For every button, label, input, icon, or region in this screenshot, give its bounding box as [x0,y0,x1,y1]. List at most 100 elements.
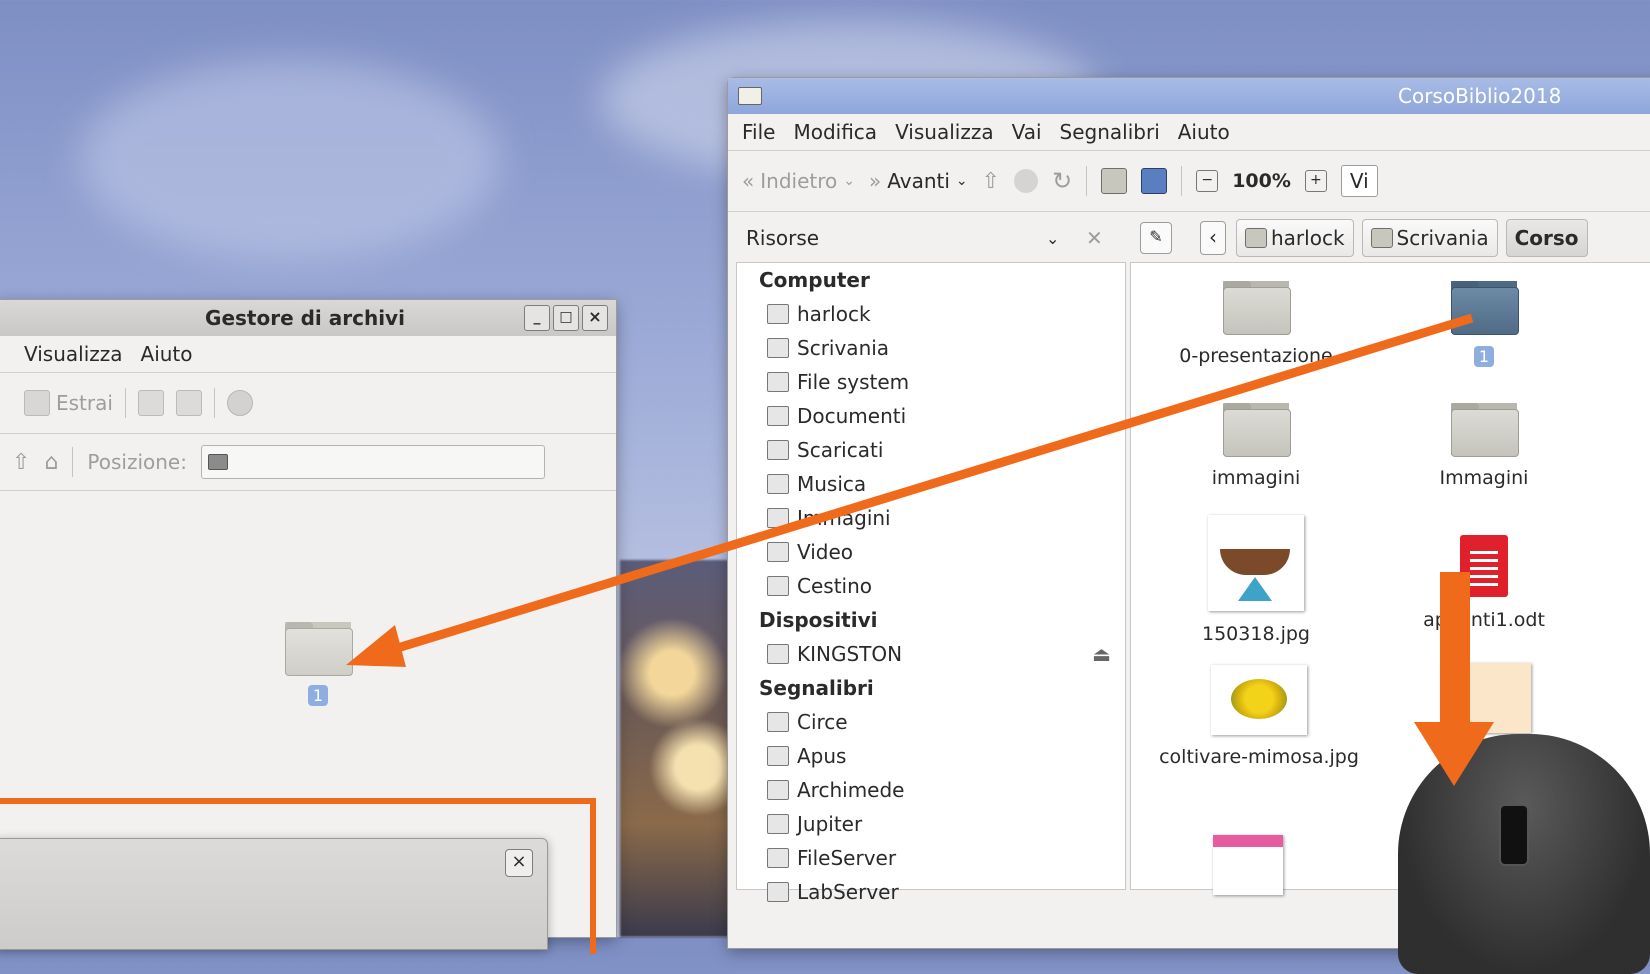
file-item-150318-jpg[interactable]: 150318.jpg [1171,515,1341,645]
reload-icon[interactable]: ↻ [1052,167,1072,195]
sidebar-item-cestino[interactable]: Cestino [737,569,1125,603]
archive-folder-item[interactable]: 1 [282,622,354,706]
sidebar-title: Risorse [746,226,820,250]
forward-button[interactable]: » Avanti ⌄ [869,169,968,193]
file-item-immagini[interactable]: immagini [1171,403,1341,489]
image-thumbnail [1208,515,1304,611]
network-folder-icon [767,712,789,732]
sidebar-item-scrivania[interactable]: Scrivania [737,331,1125,365]
file-item-label: immagini [1211,467,1301,489]
sidebar-item-circe[interactable]: Circe [737,705,1125,739]
image-thumbnail[interactable] [1213,835,1283,895]
sidebar-item-archimede[interactable]: Archimede [737,773,1125,807]
menu-aiuto[interactable]: Aiuto [1178,120,1230,144]
folder-icon [1451,281,1519,335]
sidebar-item-label: Musica [797,472,867,496]
breadcrumb-harlock[interactable]: harlock [1236,219,1354,257]
sidebar-item-video[interactable]: Video [737,535,1125,569]
menu-vai[interactable]: Vai [1012,120,1042,144]
sidebar-item-label: Scrivania [797,336,890,360]
sky-cloud [80,60,500,260]
close-sidebar-icon[interactable]: ✕ [1086,226,1103,250]
network-folder-icon [767,746,789,766]
extract-button[interactable]: Estrai [24,390,113,416]
stop-icon[interactable] [226,390,253,416]
home-icon[interactable] [1101,168,1128,194]
menu-file[interactable]: File [742,120,775,144]
mouse-scroll-wheel [1499,804,1529,866]
menu-visualizza[interactable]: Visualizza [24,342,123,366]
maximize-button[interactable]: □ [553,305,579,331]
sidebar-item-harlock[interactable]: harlock [737,297,1125,331]
view-select-label: Vi [1349,169,1369,193]
menu-aiuto[interactable]: Aiuto [141,342,193,366]
toolbar-separator [1181,166,1183,196]
file-item-Immagini[interactable]: Immagini [1399,403,1569,489]
breadcrumb-label: harlock [1271,226,1345,250]
back-button[interactable]: « Indietro ⌄ [742,169,855,193]
menu-modifica[interactable]: Modifica [793,120,877,144]
eject-icon[interactable]: ⏏ [1092,642,1111,666]
zoom-in-button[interactable]: + [1304,170,1327,192]
trash-icon [767,576,789,596]
sidebar-item-fileserver[interactable]: FileServer [737,841,1125,875]
sidebar-item-label: Jupiter [797,812,863,836]
minimize-button[interactable]: _ [524,305,550,331]
breadcrumb-label: Scrivania [1396,226,1489,250]
sidebar-item-apus[interactable]: Apus [737,739,1125,773]
view-select[interactable]: Vi [1340,165,1378,197]
sidebar-section-computer: Computer [759,268,870,292]
chevron-down-icon: ⌄ [955,173,968,189]
folder-label: 1 [307,685,329,706]
sidebar-section-bookmarks: Segnalibri [759,676,874,700]
sidebar-item-label: Apus [797,744,847,768]
toolbar-separator [72,447,74,477]
sidebar-item-label: Video [797,540,854,564]
places-sidebar: Computer harlock Scrivania File system D… [736,262,1126,904]
sidebar-item-documenti[interactable]: Documenti [737,399,1125,433]
folder-icon [1223,281,1291,335]
file-item-1[interactable]: 1 [1399,281,1569,367]
drive-icon [767,372,789,392]
archive-manager-menubar: Visualizza Aiuto [0,336,616,373]
video-icon [767,542,789,562]
breadcrumb-corso[interactable]: Corso [1505,219,1588,257]
edit-location-icon[interactable]: ✎ [1140,222,1172,254]
sidebar-item-label: harlock [797,302,871,326]
folder-icon [1451,403,1519,457]
up-icon[interactable]: ⇧ [12,450,30,475]
sidebar-item-label: Documenti [797,404,907,428]
sidebar-item-jupiter[interactable]: Jupiter [737,807,1125,841]
file-manager-toolbar: « Indietro ⌄ » Avanti ⌄ ⇧ ↻ − 100% + Vi [728,151,1650,212]
sidebar-item-kingston[interactable]: KINGSTON ⏏ [737,637,1125,671]
image-thumbnail [1211,665,1307,735]
breadcrumb-back-button[interactable]: ‹ [1200,221,1226,255]
copy-icon[interactable] [137,390,164,416]
paste-icon[interactable] [175,390,202,416]
breadcrumb-scrivania[interactable]: Scrivania [1361,219,1498,257]
file-item-0-presentazione[interactable]: 0-presentazione [1171,281,1341,367]
file-manager-menubar: File Modifica Visualizza Vai Segnalibri … [728,114,1650,151]
zoom-out-button[interactable]: − [1196,170,1219,192]
home-icon[interactable]: ⌂ [44,450,58,475]
sidebar-item-labserver[interactable]: LabServer [737,875,1125,909]
sidebar-item-musica[interactable]: Musica [737,467,1125,501]
menu-visualizza[interactable]: Visualizza [895,120,994,144]
chevron-down-icon[interactable]: ⌄ [1046,229,1059,248]
sidebar-item-label: Cestino [797,574,872,598]
file-item-coltivare-mimosa[interactable]: coltivare-mimosa.jpg [1159,665,1359,770]
computer-icon[interactable] [1141,168,1168,194]
menu-segnalibri[interactable]: Segnalibri [1060,120,1160,144]
position-input[interactable] [200,445,545,479]
sidebar-item-label: FileServer [797,846,897,870]
file-item-label: 150318.jpg [1202,623,1310,645]
sidebar-item-file-system[interactable]: File system [737,365,1125,399]
position-label: Posizione: [87,450,187,474]
folder-icon [207,454,228,470]
close-button[interactable]: × [582,305,608,331]
folder-icon [1223,403,1291,457]
stop-icon[interactable] [1014,169,1039,193]
sidebar-item-immagini[interactable]: Immagini [737,501,1125,535]
up-icon[interactable]: ⇧ [982,169,1000,194]
sidebar-item-scaricati[interactable]: Scaricati [737,433,1125,467]
